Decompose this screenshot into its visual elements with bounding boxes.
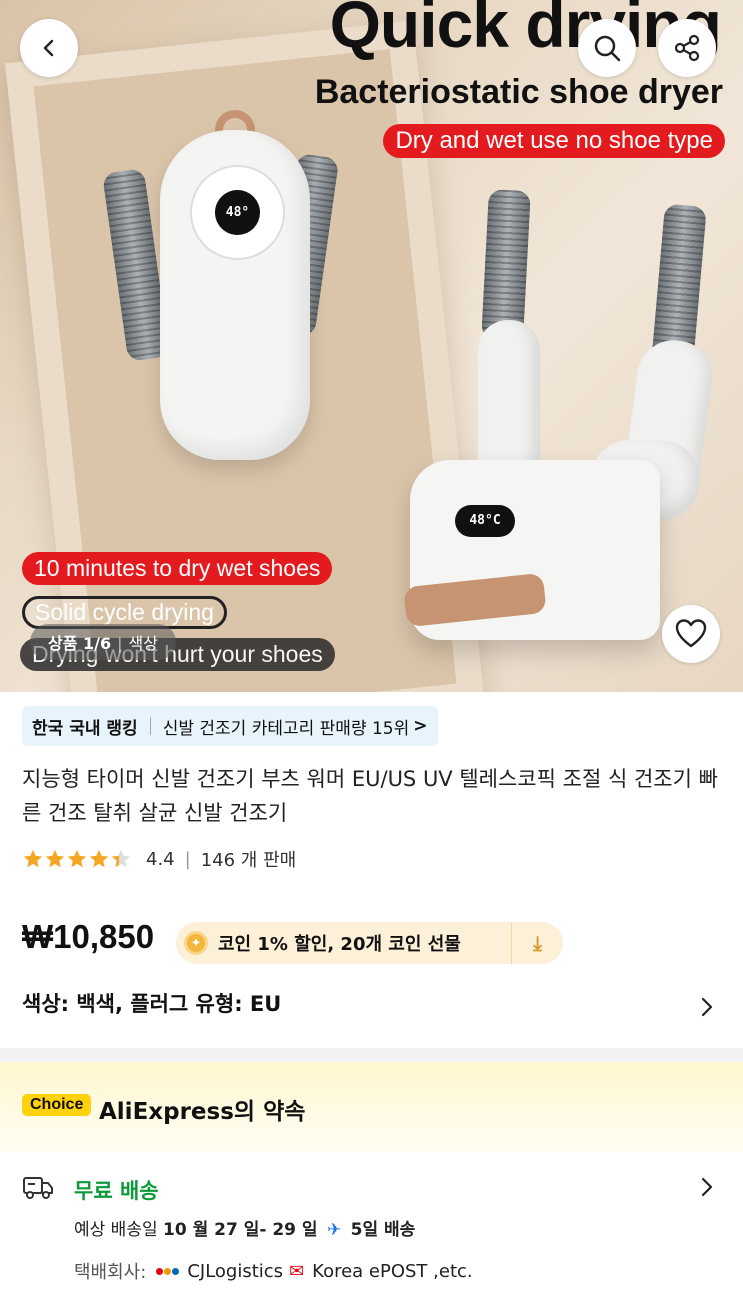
dryer-display-left: 48°: [215, 190, 260, 235]
heart-icon: [675, 619, 707, 648]
rating-value: 4.4: [146, 848, 175, 870]
free-shipping-label[interactable]: 무료 배송: [74, 1175, 159, 1205]
carrier-cj: CJLogistics: [187, 1260, 284, 1282]
product-photo-dryer-open: 48°C: [400, 180, 740, 660]
chevron-right-icon[interactable]: [700, 996, 714, 1018]
dryer-display-right: 48°C: [455, 505, 515, 537]
hero-tag-shoe-type: Dry and wet use no shoe type: [383, 124, 725, 158]
image-counter: 상품 1/6 | 색상: [30, 624, 176, 660]
section-divider: [0, 1048, 743, 1062]
search-icon: [594, 35, 621, 62]
carrier-row: 택배회사: CJLogistics ✉ Korea ePOST ,etc.: [74, 1260, 473, 1284]
wishlist-button[interactable]: [662, 605, 720, 663]
price: ₩10,850: [22, 918, 155, 955]
image-counter-color: 색상: [128, 634, 158, 653]
product-title: 지능형 타이머 신발 건조기 부츠 워머 EU/US UV 텔레스코픽 조절 식…: [22, 767, 718, 825]
image-counter-label: 상품 1/6: [48, 634, 112, 653]
coin-icon: ✦: [184, 931, 208, 955]
star-icon: [45, 849, 65, 868]
plane-icon: ✈: [326, 1220, 342, 1240]
chevron-right-icon[interactable]: [700, 1176, 714, 1198]
star-icon: [23, 849, 43, 868]
star-icon: [111, 849, 131, 868]
chevron-right-icon: >: [413, 716, 428, 736]
option-selector-label[interactable]: 색상: 백색, 플러그 유형: EU: [22, 988, 281, 1018]
choice-badge: Choice: [22, 1094, 92, 1116]
share-button[interactable]: [658, 19, 716, 77]
korea-post-logo-icon: ✉: [289, 1260, 305, 1282]
ranking-text: 신발 건조기 카테고리 판매량 15위: [162, 718, 410, 739]
back-button[interactable]: [20, 19, 78, 77]
rating-stars: [22, 848, 132, 870]
download-icon[interactable]: ⤓: [511, 922, 563, 964]
search-button[interactable]: [578, 19, 636, 77]
carrier-korea-post: Korea ePOST ,etc.: [312, 1260, 473, 1282]
truck-icon: [23, 1177, 53, 1199]
cj-logistics-logo-icon: [156, 1267, 180, 1275]
coin-discount-badge[interactable]: ✦ 코인 1% 할인, 20개 코인 선물 ⤓: [176, 922, 563, 964]
product-image-carousel[interactable]: 48° 48°C Quick drying Bacteriostatic sho…: [0, 0, 743, 692]
ranking-label: 한국 국내 랭킹: [32, 718, 138, 739]
choice-title: AliExpress의 약속: [99, 1099, 306, 1125]
ranking-banner[interactable]: 한국 국내 랭킹 신발 건조기 카테고리 판매량 15위 >: [22, 706, 438, 746]
star-icon: [67, 849, 87, 868]
hero-tag-minutes: 10 minutes to dry wet shoes: [22, 552, 333, 585]
coin-text: 코인 1% 할인, 20개 코인 선물: [218, 934, 461, 955]
delivery-estimate: 예상 배송일 10 월 27 일- 29 일 ✈ 5일 배송: [74, 1220, 416, 1240]
product-photo-dryer-folded: 48°: [101, 110, 350, 460]
hero-subheadline: Bacteriostatic shoe dryer: [314, 73, 723, 111]
share-icon: [674, 34, 700, 62]
rating-row[interactable]: 4.4 | 146 개 판매: [22, 846, 296, 872]
star-icon: [89, 849, 109, 868]
sold-count: 146 개 판매: [200, 850, 297, 871]
back-arrow-icon: [43, 39, 54, 57]
